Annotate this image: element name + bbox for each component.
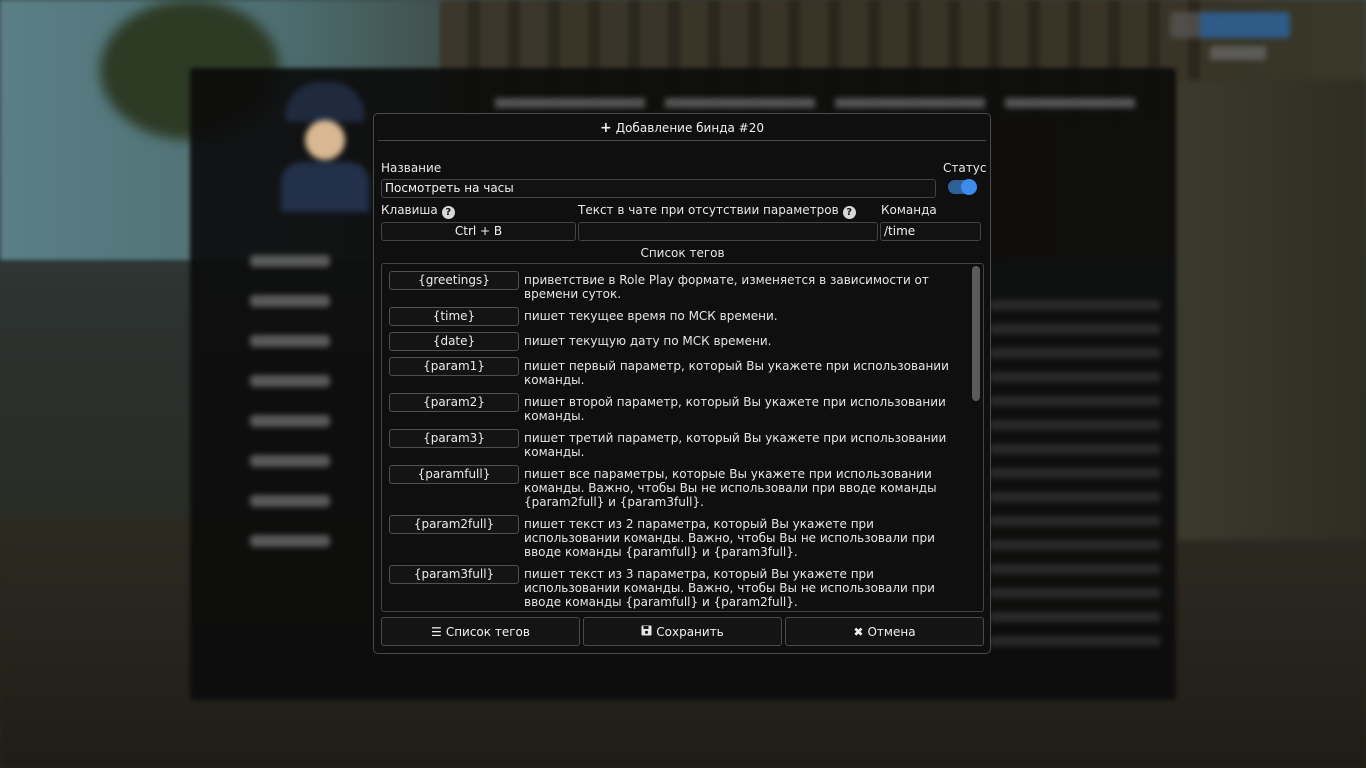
tag-description: пишет текущее время по МСК времени.: [524, 309, 778, 323]
toggle-knob: [961, 179, 977, 195]
underlying-table-blurred: [990, 300, 1160, 650]
cancel-button-label: Отмена: [867, 624, 916, 639]
tag-description: пишет все параметры, которые Вы укажете …: [524, 467, 937, 509]
tag-row: {paramfull} пишет все параметры, которые …: [389, 465, 983, 509]
tag-chip[interactable]: {param2full}: [389, 515, 519, 534]
background-wall: [1176, 80, 1366, 540]
tag-chip[interactable]: {param1}: [389, 357, 519, 376]
tag-description: пишет текст из 2 параметра, который Вы у…: [524, 517, 935, 559]
tag-row: {param2} пишет второй параметр, который В…: [389, 393, 983, 423]
tag-row: {greetings} приветствие в Role Play форма…: [389, 271, 983, 301]
tags-list[interactable]: {greetings} приветствие в Role Play форма…: [381, 263, 984, 612]
chat-text-input[interactable]: [578, 222, 878, 241]
tag-description: пишет текст из 3 параметра, который Вы у…: [524, 567, 935, 609]
save-button[interactable]: Сохранить: [583, 617, 782, 646]
list-icon: ☰: [431, 624, 442, 639]
status-label: Статус: [943, 161, 987, 175]
tag-row: {param3full} пишет текст из 3 параметра, …: [389, 565, 983, 609]
police-avatar-blurred: [275, 82, 375, 212]
key-label: Клавиша: [381, 203, 438, 217]
underlying-menu-blurred: [220, 255, 380, 575]
tags-container: {greetings} приветствие в Role Play форма…: [382, 271, 983, 611]
help-icon[interactable]: ?: [842, 206, 856, 219]
tags-list-button-label: Список тегов: [445, 624, 530, 639]
tag-row: {date} пишет текущую дату по МСК времени.: [389, 332, 983, 351]
tag-row: {param2full} пишет текст из 2 параметра, …: [389, 515, 983, 559]
floppy-icon: [641, 625, 652, 639]
command-input[interactable]: /time: [880, 222, 981, 241]
chat-text-label: Текст в чате при отсутствии параметров: [578, 203, 839, 217]
name-input[interactable]: Посмотреть на часы: [381, 179, 936, 198]
tag-row: {time} пишет текущее время по МСК времени…: [389, 307, 983, 326]
tag-chip[interactable]: {paramfull}: [389, 465, 519, 484]
tags-list-header: Список тегов: [640, 246, 725, 260]
key-label-wrap: Клавиша?: [381, 203, 455, 219]
tag-chip[interactable]: {greetings}: [389, 271, 519, 290]
tag-chip[interactable]: {param2}: [389, 393, 519, 412]
tag-row: {param3} пишет третий параметр, который В…: [389, 429, 983, 459]
modal-title-text: Добавление бинда #20: [615, 121, 764, 135]
command-label: Команда: [881, 203, 937, 217]
chat-text-label-wrap: Текст в чате при отсутствии параметров?: [578, 203, 856, 219]
help-icon[interactable]: ?: [441, 206, 455, 219]
scrollbar[interactable]: [972, 266, 980, 609]
name-label: Название: [381, 161, 442, 175]
plus-icon: +: [599, 120, 612, 136]
status-toggle[interactable]: [948, 179, 977, 195]
hud-time-blurred: [1210, 46, 1266, 60]
tag-description: пишет третий параметр, который Вы укажет…: [524, 431, 947, 459]
close-icon: ✖: [853, 624, 864, 639]
tags-list-button[interactable]: ☰ Список тегов: [381, 617, 580, 646]
tag-chip[interactable]: {date}: [389, 332, 519, 351]
hud-money-blurred: [1170, 12, 1290, 38]
underlying-tabs-blurred: [495, 98, 1135, 108]
tag-row: {param1} пишет первый параметр, который В…: [389, 357, 983, 387]
save-button-label: Сохранить: [656, 624, 724, 639]
tag-chip[interactable]: {time}: [389, 307, 519, 326]
cancel-button[interactable]: ✖ Отмена: [785, 617, 984, 646]
tag-description: приветствие в Role Play формате, изменяе…: [524, 273, 929, 301]
tag-description: пишет первый параметр, который Вы укажет…: [524, 359, 949, 387]
scrollbar-thumb[interactable]: [972, 266, 980, 401]
modal-title: + Добавление бинда #20: [378, 116, 986, 141]
tag-chip[interactable]: {param3full}: [389, 565, 519, 584]
tag-description: пишет текущую дату по МСК времени.: [524, 334, 772, 348]
key-input[interactable]: Ctrl + B: [381, 222, 576, 241]
tag-description: пишет второй параметр, который Вы укажет…: [524, 395, 946, 423]
tag-chip[interactable]: {param3}: [389, 429, 519, 448]
